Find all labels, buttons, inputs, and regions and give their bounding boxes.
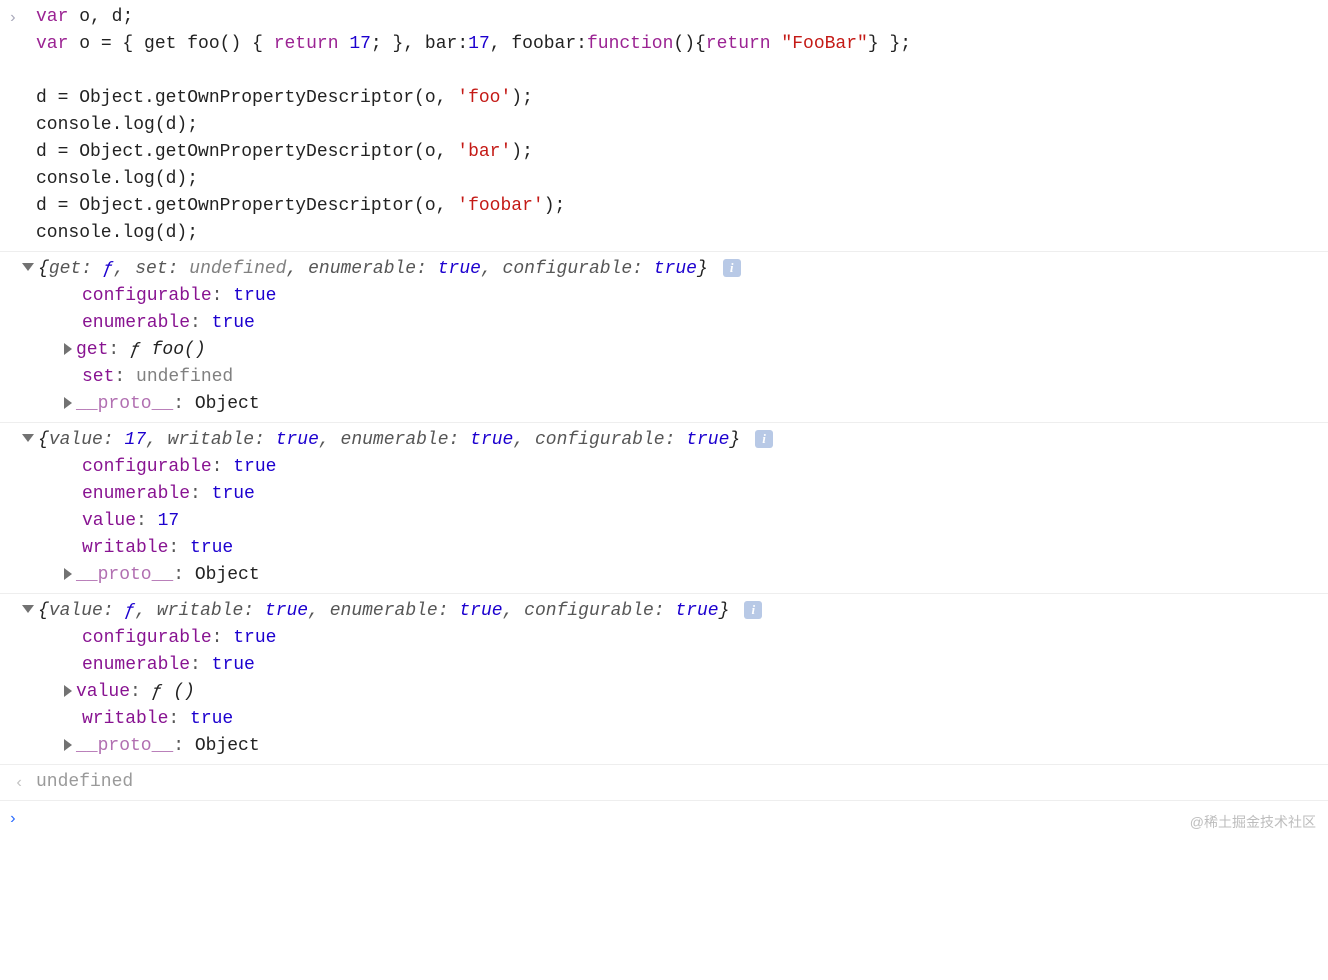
input-chevron-icon: › [8,6,24,30]
watermark-text: @稀土掘金技术社区 [1190,812,1316,833]
object-property: value: 17 [82,508,1328,535]
info-icon[interactable]: i [723,259,741,277]
object-property[interactable]: __proto__: Object [82,391,1328,418]
object-property: enumerable: true [82,652,1328,679]
property-key: writable [82,538,168,558]
object-summary[interactable]: {value: 17, writable: true, enumerable: … [40,427,1328,454]
code-line: d = Object.getOwnPropertyDescriptor(o, '… [36,85,1328,112]
property-value: true [212,313,255,333]
console-log-output: {get: ƒ, set: undefined, enumerable: tru… [0,252,1328,423]
property-key: configurable [82,286,212,306]
object-summary[interactable]: {get: ƒ, set: undefined, enumerable: tru… [40,256,1328,283]
property-key: configurable [82,457,212,477]
console-result-row: › undefined [0,765,1328,801]
expand-triangle-icon[interactable] [64,739,72,751]
info-icon[interactable]: i [755,430,773,448]
object-property: enumerable: true [82,310,1328,337]
info-icon[interactable]: i [744,601,762,619]
output-chevron-icon: › [8,771,24,795]
property-key: get [76,340,108,360]
expand-triangle-icon[interactable] [64,397,72,409]
object-property: configurable: true [82,625,1328,652]
code-line: console.log(d); [36,220,1328,247]
property-key: writable [82,709,168,729]
prompt-chevron-icon: › [8,807,24,831]
code-line: var o = { get foo() { return 17; }, bar:… [36,31,1328,58]
property-key: enumerable [82,313,190,333]
console-log-output: {value: ƒ, writable: true, enumerable: t… [0,594,1328,765]
object-property: enumerable: true [82,481,1328,508]
property-value: Object [195,394,260,414]
code-line: d = Object.getOwnPropertyDescriptor(o, '… [36,139,1328,166]
object-property[interactable]: get: ƒ foo() [82,337,1328,364]
property-value: true [212,484,255,504]
property-value: true [212,655,255,675]
code-line: var o, d; [36,4,1328,31]
expand-triangle-icon[interactable] [22,605,34,613]
object-property: configurable: true [82,454,1328,481]
object-property[interactable]: value: ƒ () [82,679,1328,706]
object-summary[interactable]: {value: ƒ, writable: true, enumerable: t… [40,598,1328,625]
property-key: __proto__ [76,736,173,756]
code-line [36,58,1328,85]
property-key: value [76,682,130,702]
code-line: console.log(d); [36,166,1328,193]
expand-triangle-icon[interactable] [64,343,72,355]
console-result-value: undefined [36,769,1328,796]
object-property: writable: true [82,535,1328,562]
object-property[interactable]: __proto__: Object [82,562,1328,589]
property-value: Object [195,565,260,585]
property-key: __proto__ [76,565,173,585]
property-key: enumerable [82,655,190,675]
property-key: configurable [82,628,212,648]
property-key: value [82,511,136,531]
property-value: 17 [158,511,180,531]
property-key: set [82,367,114,387]
object-property: writable: true [82,706,1328,733]
object-property: configurable: true [82,283,1328,310]
property-value: true [233,457,276,477]
property-key: __proto__ [76,394,173,414]
expand-triangle-icon[interactable] [22,434,34,442]
expand-triangle-icon[interactable] [64,568,72,580]
object-property[interactable]: __proto__: Object [82,733,1328,760]
property-value: Object [195,736,260,756]
property-value: true [233,628,276,648]
code-line: d = Object.getOwnPropertyDescriptor(o, '… [36,193,1328,220]
console-input-code[interactable]: var o, d;var o = { get foo() { return 17… [36,4,1328,247]
property-value: true [233,286,276,306]
console-input-row: › var o, d;var o = { get foo() { return … [0,0,1328,252]
property-value: ƒ () [152,682,195,702]
property-value: true [190,538,233,558]
console-log-output: {value: 17, writable: true, enumerable: … [0,423,1328,594]
property-value: ƒ foo() [130,340,206,360]
code-line: console.log(d); [36,112,1328,139]
property-key: enumerable [82,484,190,504]
expand-triangle-icon[interactable] [64,685,72,697]
console-prompt-row[interactable]: › @稀土掘金技术社区 [0,801,1328,839]
property-value: undefined [136,367,233,387]
object-property: set: undefined [82,364,1328,391]
property-value: true [190,709,233,729]
expand-triangle-icon[interactable] [22,263,34,271]
